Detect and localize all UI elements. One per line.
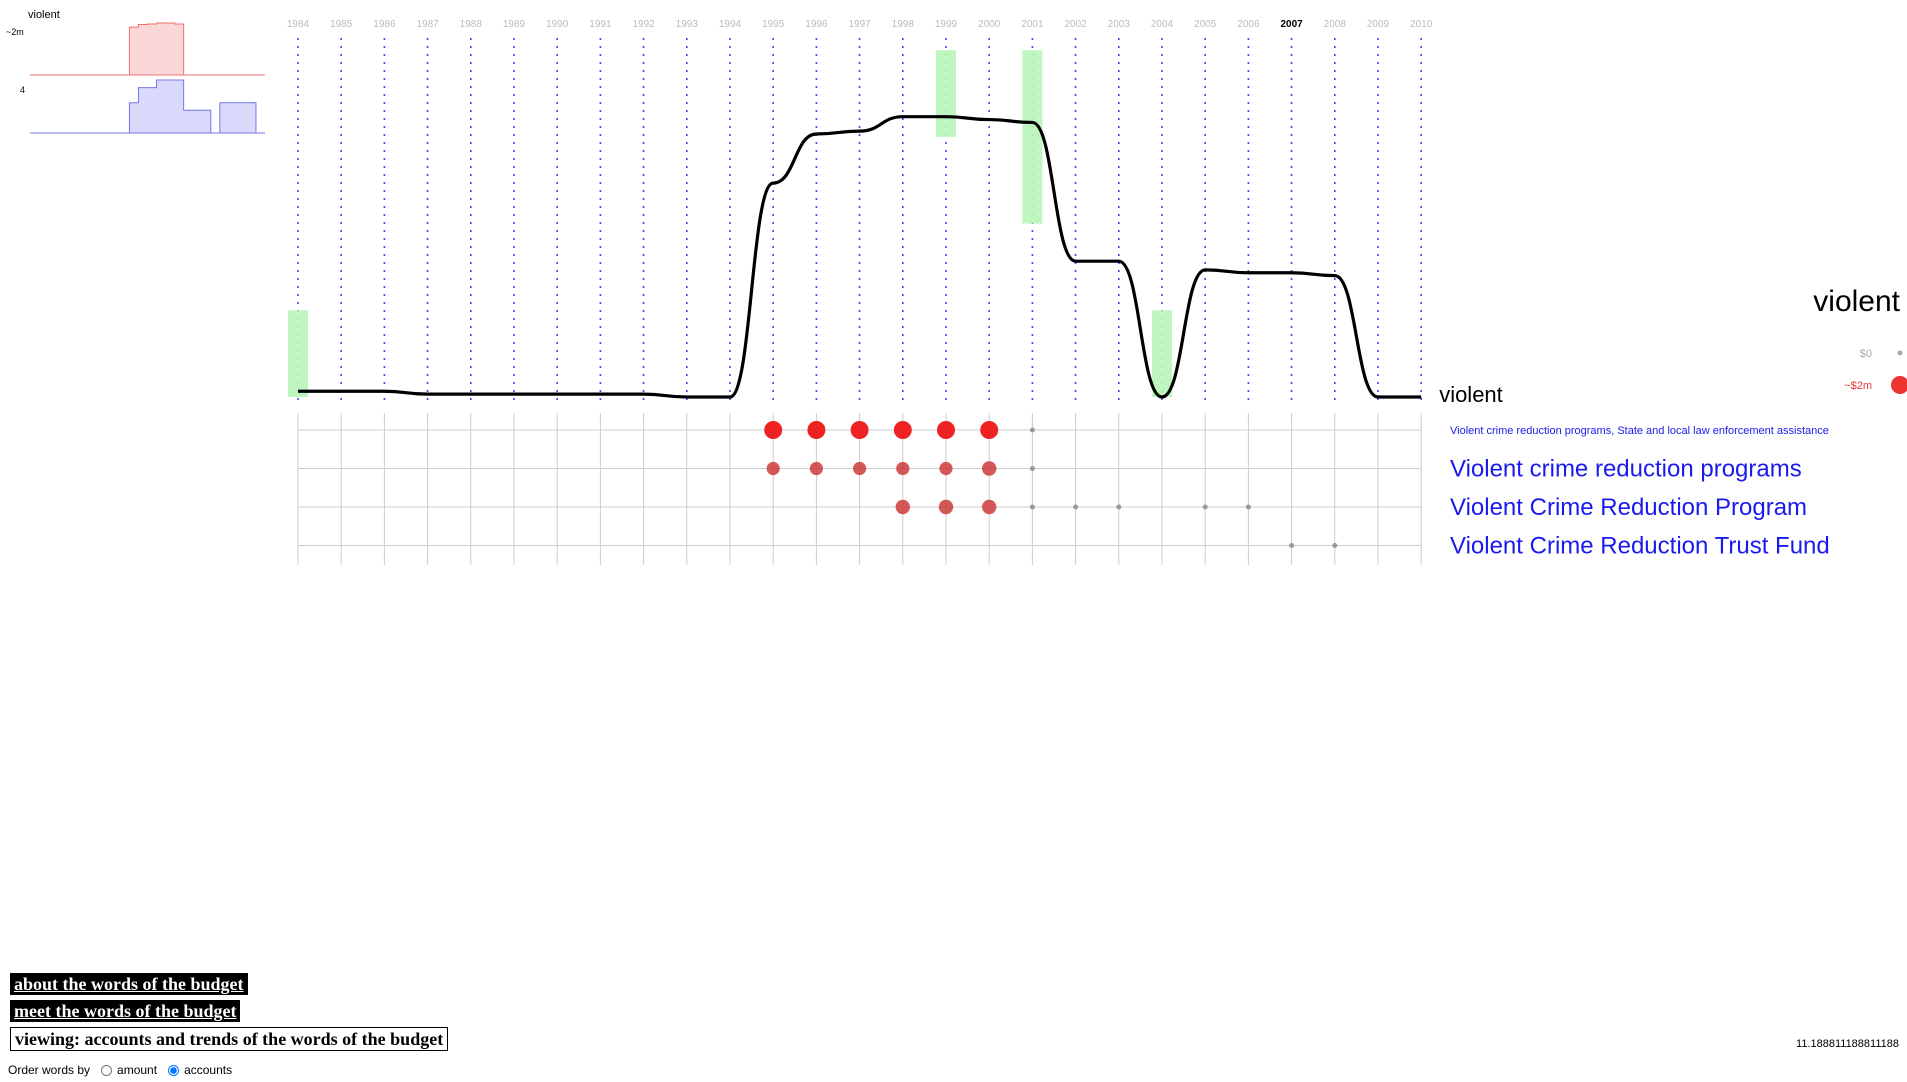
legend-dot: [1897, 350, 1903, 356]
order-words-control: Order words by amount accounts: [8, 1063, 232, 1077]
legend-label: ~$2m: [1844, 380, 1872, 392]
account-dot: [896, 461, 910, 476]
accounts-grid: Violent crime reduction programs, State …: [297, 413, 1830, 565]
viewing-label: viewing: accounts and trends of the word…: [10, 1027, 449, 1051]
year-label-1985: 1985: [330, 19, 353, 30]
year-label-1992: 1992: [632, 19, 655, 30]
account-label[interactable]: Violent crime reduction programs: [1450, 456, 1802, 483]
spike-bar-1999: [936, 50, 956, 137]
year-label-2001: 2001: [1021, 19, 1044, 30]
order-label: Order words by: [8, 1063, 91, 1077]
account-dot: [895, 499, 910, 515]
account-dot: [1332, 543, 1338, 548]
bottom-navigation: about the words of the budget meet the w…: [10, 973, 449, 1051]
account-dot: [980, 421, 999, 439]
year-label-1988: 1988: [460, 19, 483, 30]
year-label-1994: 1994: [719, 19, 742, 30]
account-dot: [764, 421, 783, 439]
account-dot: [893, 421, 912, 439]
account-dot: [982, 461, 997, 476]
account-dot: [853, 461, 867, 476]
account-dot: [937, 421, 955, 439]
year-label-1984: 1984: [287, 19, 310, 30]
spike-bar-2001: [1022, 50, 1043, 224]
year-label-1995: 1995: [762, 19, 785, 30]
year-label-1987: 1987: [416, 19, 439, 30]
account-dot: [1116, 504, 1122, 510]
legend-title: violent: [1813, 285, 1900, 318]
year-label-2000: 2000: [978, 19, 1001, 30]
account-dot: [766, 461, 780, 476]
year-label-1999: 1999: [935, 19, 958, 30]
account-dot: [807, 421, 826, 439]
account-dot: [1073, 504, 1079, 510]
trend-chart: 1984 1985 1986 1987 1988 1989 1990 1991 1992 1993…: [287, 19, 1503, 407]
account-dot: [1289, 543, 1295, 548]
account-dot: [850, 421, 869, 439]
account-dot: [809, 461, 824, 476]
year-label-2008: 2008: [1324, 19, 1347, 30]
about-link[interactable]: about the words of the budget: [10, 973, 248, 995]
year-label-1998: 1998: [892, 19, 915, 30]
order-accounts-radio[interactable]: [168, 1064, 180, 1076]
year-label-1996: 1996: [805, 19, 828, 30]
account-dot: [938, 499, 954, 515]
order-accounts-label[interactable]: accounts: [184, 1063, 232, 1077]
account-dot: [1202, 504, 1208, 510]
account-label[interactable]: Violent Crime Reduction Program: [1450, 494, 1807, 521]
amount-legend: violent $0 ~$2m: [1813, 285, 1907, 394]
trend-word-label: violent: [1439, 382, 1503, 407]
year-label-1997: 1997: [848, 19, 871, 30]
zoom-readout: 11.188811188811188: [1796, 1038, 1899, 1050]
mini-word-label: violent: [28, 9, 60, 21]
mini-charts: violent ~2m 4: [6, 9, 265, 134]
year-label-1986: 1986: [373, 19, 396, 30]
year-label-2010: 2010: [1410, 19, 1433, 30]
account-label[interactable]: Violent crime reduction programs, State …: [1450, 425, 1829, 437]
legend-label: $0: [1860, 348, 1872, 360]
account-dot: [1029, 504, 1035, 510]
year-label-2003: 2003: [1108, 19, 1131, 30]
spike-bar-1984: [288, 310, 308, 397]
mini-count-area: [30, 79, 265, 134]
year-label-2007: 2007: [1280, 19, 1303, 30]
budget-word-chart: violent ~2m 4 1984 1985 1986 1987 1988 1989 1990…: [6, 9, 1907, 565]
order-amount-label[interactable]: amount: [117, 1063, 157, 1077]
account-label[interactable]: Violent Crime Reduction Trust Fund: [1450, 533, 1830, 560]
year-label-2006: 2006: [1237, 19, 1260, 30]
year-label-2002: 2002: [1064, 19, 1087, 30]
meet-link[interactable]: meet the words of the budget: [10, 1000, 241, 1022]
spike-bar-2004: [1152, 310, 1172, 397]
year-label-1991: 1991: [589, 19, 612, 30]
mini-amount-area: [30, 22, 265, 76]
year-label-2009: 2009: [1367, 19, 1390, 30]
account-dot: [982, 499, 997, 515]
account-dot: [1029, 427, 1035, 433]
year-label-2004: 2004: [1151, 19, 1174, 30]
account-dot: [939, 461, 953, 476]
year-label-1989: 1989: [503, 19, 526, 30]
year-label-1990: 1990: [546, 19, 569, 30]
mini-amount-label: ~2m: [6, 27, 24, 37]
year-label-1993: 1993: [676, 19, 699, 30]
account-dot: [1029, 466, 1035, 471]
order-amount-radio[interactable]: [101, 1064, 113, 1076]
account-dot: [1245, 504, 1251, 510]
legend-dot: [1891, 376, 1907, 394]
year-label-2005: 2005: [1194, 19, 1217, 30]
mini-count-label: 4: [20, 85, 25, 95]
